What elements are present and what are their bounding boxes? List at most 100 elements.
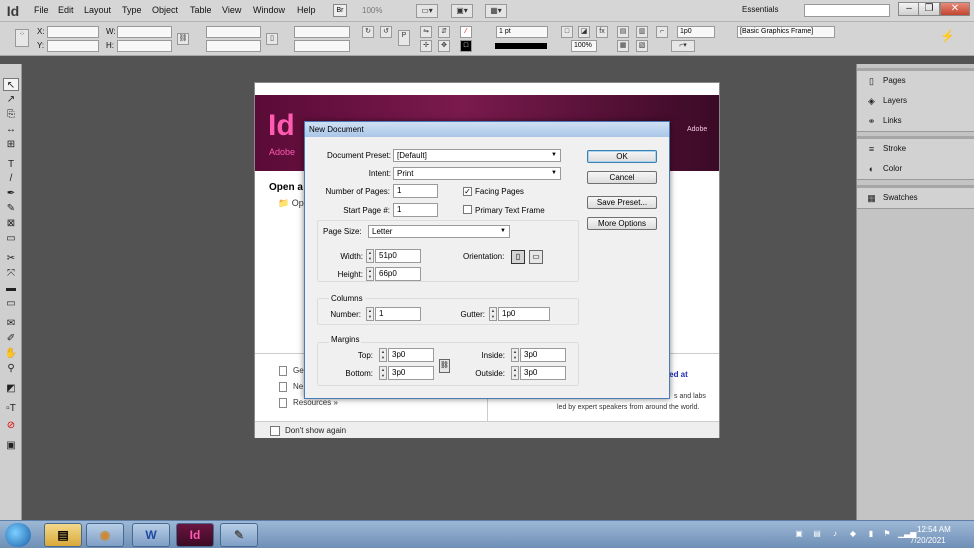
corner-options-icon[interactable]: ⌐ [656,26,668,38]
zoom-level-dropdown[interactable]: 100% [362,6,382,15]
search-input[interactable] [804,4,890,17]
scale-x-field[interactable] [206,26,261,38]
fill-none-icon[interactable]: ⁄ [460,26,472,38]
intent-dropdown[interactable]: Print ▼ [393,167,561,180]
note-tool-icon[interactable]: ✉ [3,317,19,330]
menu-object[interactable]: Object [152,5,178,15]
gap-tool-icon[interactable]: ↔ [3,123,19,136]
indesign-icon[interactable]: Id [176,523,214,547]
minimize-button[interactable]: – [898,2,920,16]
tray-icon[interactable]: ◆ [848,529,858,539]
page-size-dropdown[interactable]: Letter ▼ [368,225,510,238]
pencil-tool-icon[interactable]: ✎ [3,202,19,215]
width-input[interactable]: 51p0 [375,249,421,263]
fill-stroke-icon[interactable]: ◩ [3,382,19,395]
gradient-feather-tool-icon[interactable]: ▭ [3,297,19,310]
hand-tool-icon[interactable]: ✋ [3,347,19,360]
rectangle-frame-tool-icon[interactable]: ⊠ [3,217,19,230]
tray-icon[interactable]: ▮ [866,529,876,539]
select-content-icon[interactable]: ✥ [438,40,450,52]
selection-tool-icon[interactable]: ↖ [3,78,19,91]
menu-view[interactable]: View [222,5,241,15]
reference-point-icon[interactable]: ⁘ [15,29,29,47]
clock-date[interactable]: 7/20/2021 [910,536,946,545]
line-tool-icon[interactable]: / [3,172,19,185]
fill-frame-icon[interactable]: ▧ [636,40,648,52]
facing-pages-checkbox[interactable]: ✓ [463,187,472,196]
menu-window[interactable]: Window [253,5,285,15]
zoom-tool-icon[interactable]: ⚲ [3,362,19,375]
save-preset-button[interactable]: Save Preset... [587,196,657,209]
explorer-icon[interactable]: ▤ [44,523,82,547]
volume-icon[interactable]: ♪ [830,529,840,539]
gutter-stepper[interactable]: ▲ ▼ [489,307,497,321]
apply-none-icon[interactable]: ⊘ [3,419,19,432]
ok-button[interactable]: OK [587,150,657,163]
stroke-weight-field[interactable]: 1 pt [496,26,548,38]
stroke-color-icon[interactable]: □ [460,40,472,52]
drop-shadow-icon[interactable]: ◪ [578,26,590,38]
width-stepper[interactable]: ▲ ▼ [366,249,374,263]
view-options-icon[interactable]: ▭▾ [416,4,438,18]
arrange-documents-icon[interactable]: ▦▾ [485,4,507,18]
w-field[interactable] [117,26,172,38]
portrait-icon[interactable]: ▯ [511,250,525,264]
formatting-affects-icon[interactable]: ▫T [3,402,19,415]
start-button[interactable] [5,523,31,547]
number-of-pages-input[interactable]: 1 [393,184,438,198]
workspace-switcher[interactable]: Essentials [742,5,778,14]
panel-stroke[interactable]: ≡ Stroke [857,139,974,159]
welcome-link-new-features[interactable]: Ne [279,382,303,392]
free-transform-tool-icon[interactable]: ⤧ [3,267,19,280]
scissors-tool-icon[interactable]: ✂ [3,252,19,265]
menu-table[interactable]: Table [190,5,212,15]
close-button[interactable]: ✕ [940,2,970,16]
landscape-icon[interactable]: ▭ [529,250,543,264]
opacity-field[interactable]: 100% [571,40,597,52]
page-tool-icon[interactable]: ⎘ [3,108,19,121]
constrain-scale-icon[interactable]: ▯ [266,33,278,45]
height-stepper[interactable]: ▲ ▼ [366,267,374,281]
flip-vertical-icon[interactable]: ⇵ [438,26,450,38]
menu-help[interactable]: Help [297,5,316,15]
menu-file[interactable]: File [34,5,49,15]
panel-color[interactable]: ◐ Color [857,159,974,179]
screen-mode-icon[interactable]: ▣▾ [451,4,473,18]
effects-icon[interactable]: fx [596,26,608,38]
panel-pages[interactable]: ▯ Pages [857,71,974,91]
top-margin-stepper[interactable]: ▲ ▼ [379,348,387,362]
center-content-icon[interactable]: ▦ [617,40,629,52]
menu-type[interactable]: Type [122,5,142,15]
direct-selection-tool-icon[interactable]: ↗ [3,93,19,106]
panel-layers[interactable]: ◈ Layers [857,91,974,111]
x-field[interactable] [47,26,99,38]
top-margin-input[interactable]: 3p0 [388,348,434,362]
rotate-ccw-icon[interactable]: ↺ [380,26,392,38]
height-input[interactable]: 66p0 [375,267,421,281]
content-collector-icon[interactable]: ⊞ [3,138,19,151]
start-page-input[interactable]: 1 [393,203,438,217]
rectangle-tool-icon[interactable]: ▭ [3,232,19,245]
fit-frame-icon[interactable]: ▥ [636,26,648,38]
type-tool-icon[interactable]: T [3,158,19,171]
link-margins-icon[interactable]: ⛓ [439,359,450,373]
restore-button[interactable]: ❐ [918,2,940,16]
paint-icon[interactable]: ✎ [220,523,258,547]
inside-margin-input[interactable]: 3p0 [520,348,566,362]
h-field[interactable] [117,40,172,52]
welcome-link-getting-started[interactable]: Ge [279,366,304,376]
y-field[interactable] [47,40,99,52]
clock-time[interactable]: 12:54 AM [917,525,951,534]
screen-mode-tool-icon[interactable]: ▣ [3,439,19,452]
rotate-field[interactable] [294,26,350,38]
rotate-cw-icon[interactable]: ↻ [362,26,374,38]
primary-text-frame-checkbox[interactable] [463,205,472,214]
pen-tool-icon[interactable]: ✒ [3,187,19,200]
flip-horizontal-icon[interactable]: ⇋ [420,26,432,38]
panel-links[interactable]: ⚭ Links [857,111,974,131]
word-icon[interactable]: W [132,523,170,547]
more-options-button[interactable]: More Options [587,217,657,230]
bottom-margin-input[interactable]: 3p0 [388,366,434,380]
text-frame-icon[interactable]: P [398,30,410,46]
corner-shape-icon[interactable]: ⌐▾ [671,40,695,52]
